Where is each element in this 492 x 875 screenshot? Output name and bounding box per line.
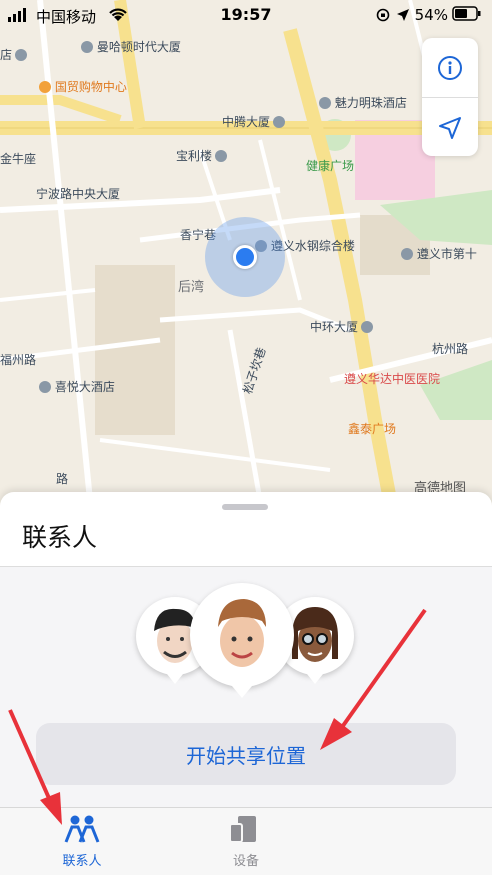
battery-icon [452, 6, 481, 21]
location-services-icon [397, 9, 409, 21]
status-bar: 中国移动 19:57 54% [0, 0, 492, 30]
building-poi-icon [361, 321, 374, 333]
locate-me-button[interactable] [422, 97, 478, 157]
tab-people-label: 联系人 [62, 854, 102, 869]
sheet-title: 联系人 [22, 523, 98, 552]
map-label-ningbo: 宁波路中央大厦 [36, 187, 121, 201]
rotation-lock-icon [376, 8, 390, 22]
user-location-dot [233, 245, 257, 269]
info-icon [438, 55, 462, 80]
map-label-hangzhou: 杭州路 [432, 342, 469, 356]
map-label-zunyi-city: 遵义市第十 [398, 245, 477, 262]
location-arrow-icon [439, 116, 461, 139]
map-label-jinniu: 金牛座 [0, 152, 37, 166]
building-poi-icon [81, 41, 93, 53]
map-label-houwan: 后湾 [178, 280, 205, 295]
battery-percent: 54% [414, 6, 448, 24]
sheet-grabber[interactable] [222, 504, 268, 510]
tab-devices-label: 设备 [232, 854, 259, 869]
annotation-arrow-to-people-tab [8, 709, 62, 825]
info-button[interactable] [422, 38, 478, 97]
map-label-zhonghuan: 中环大厦 [310, 318, 374, 335]
memoji-face-icon [218, 599, 266, 667]
map-label-baoli: 宝利楼 [176, 147, 228, 164]
user-location-marker [205, 217, 285, 297]
building-poi-icon [273, 116, 286, 128]
map-label-dian: 店 [0, 46, 28, 63]
map-label-xiyue: 喜悦大酒店 [36, 378, 115, 395]
map-label-road-lu: 路 [56, 472, 69, 486]
map-label-huada: 遵义华达中医医院 [344, 372, 441, 386]
restaurant-poi-icon [401, 248, 413, 260]
hotel-poi-icon [15, 49, 28, 61]
tab-devices[interactable]: 设备 [206, 814, 286, 869]
hotel-poi-icon [319, 97, 331, 109]
annotation-arrow-to-share [320, 608, 427, 750]
map-label-manhattan: 曼哈顿时代大厦 [78, 38, 181, 55]
map-label-meili: 魅力明珠酒店 [316, 94, 407, 111]
map-view[interactable]: 店 曼哈顿时代大厦 国贸购物中心 魅力明珠酒店 中腾大厦 宝利楼 金牛座 健康广… [0, 0, 492, 500]
map-label-fuzhou: 福州路 [0, 353, 37, 367]
memoji-avatar-center [190, 583, 294, 698]
map-label-jiankang: 健康广场 [306, 159, 355, 173]
building-poi-icon [215, 150, 228, 162]
hotel-poi-icon [39, 381, 51, 393]
map-label-xintai: 鑫泰广场 [348, 422, 397, 436]
map-controls [422, 38, 478, 156]
shopping-poi-icon [39, 81, 51, 93]
map-label-zhongteng: 中腾大厦 [222, 113, 286, 130]
map-label-guomao: 国贸购物中心 [36, 78, 127, 95]
devices-icon [229, 816, 256, 843]
